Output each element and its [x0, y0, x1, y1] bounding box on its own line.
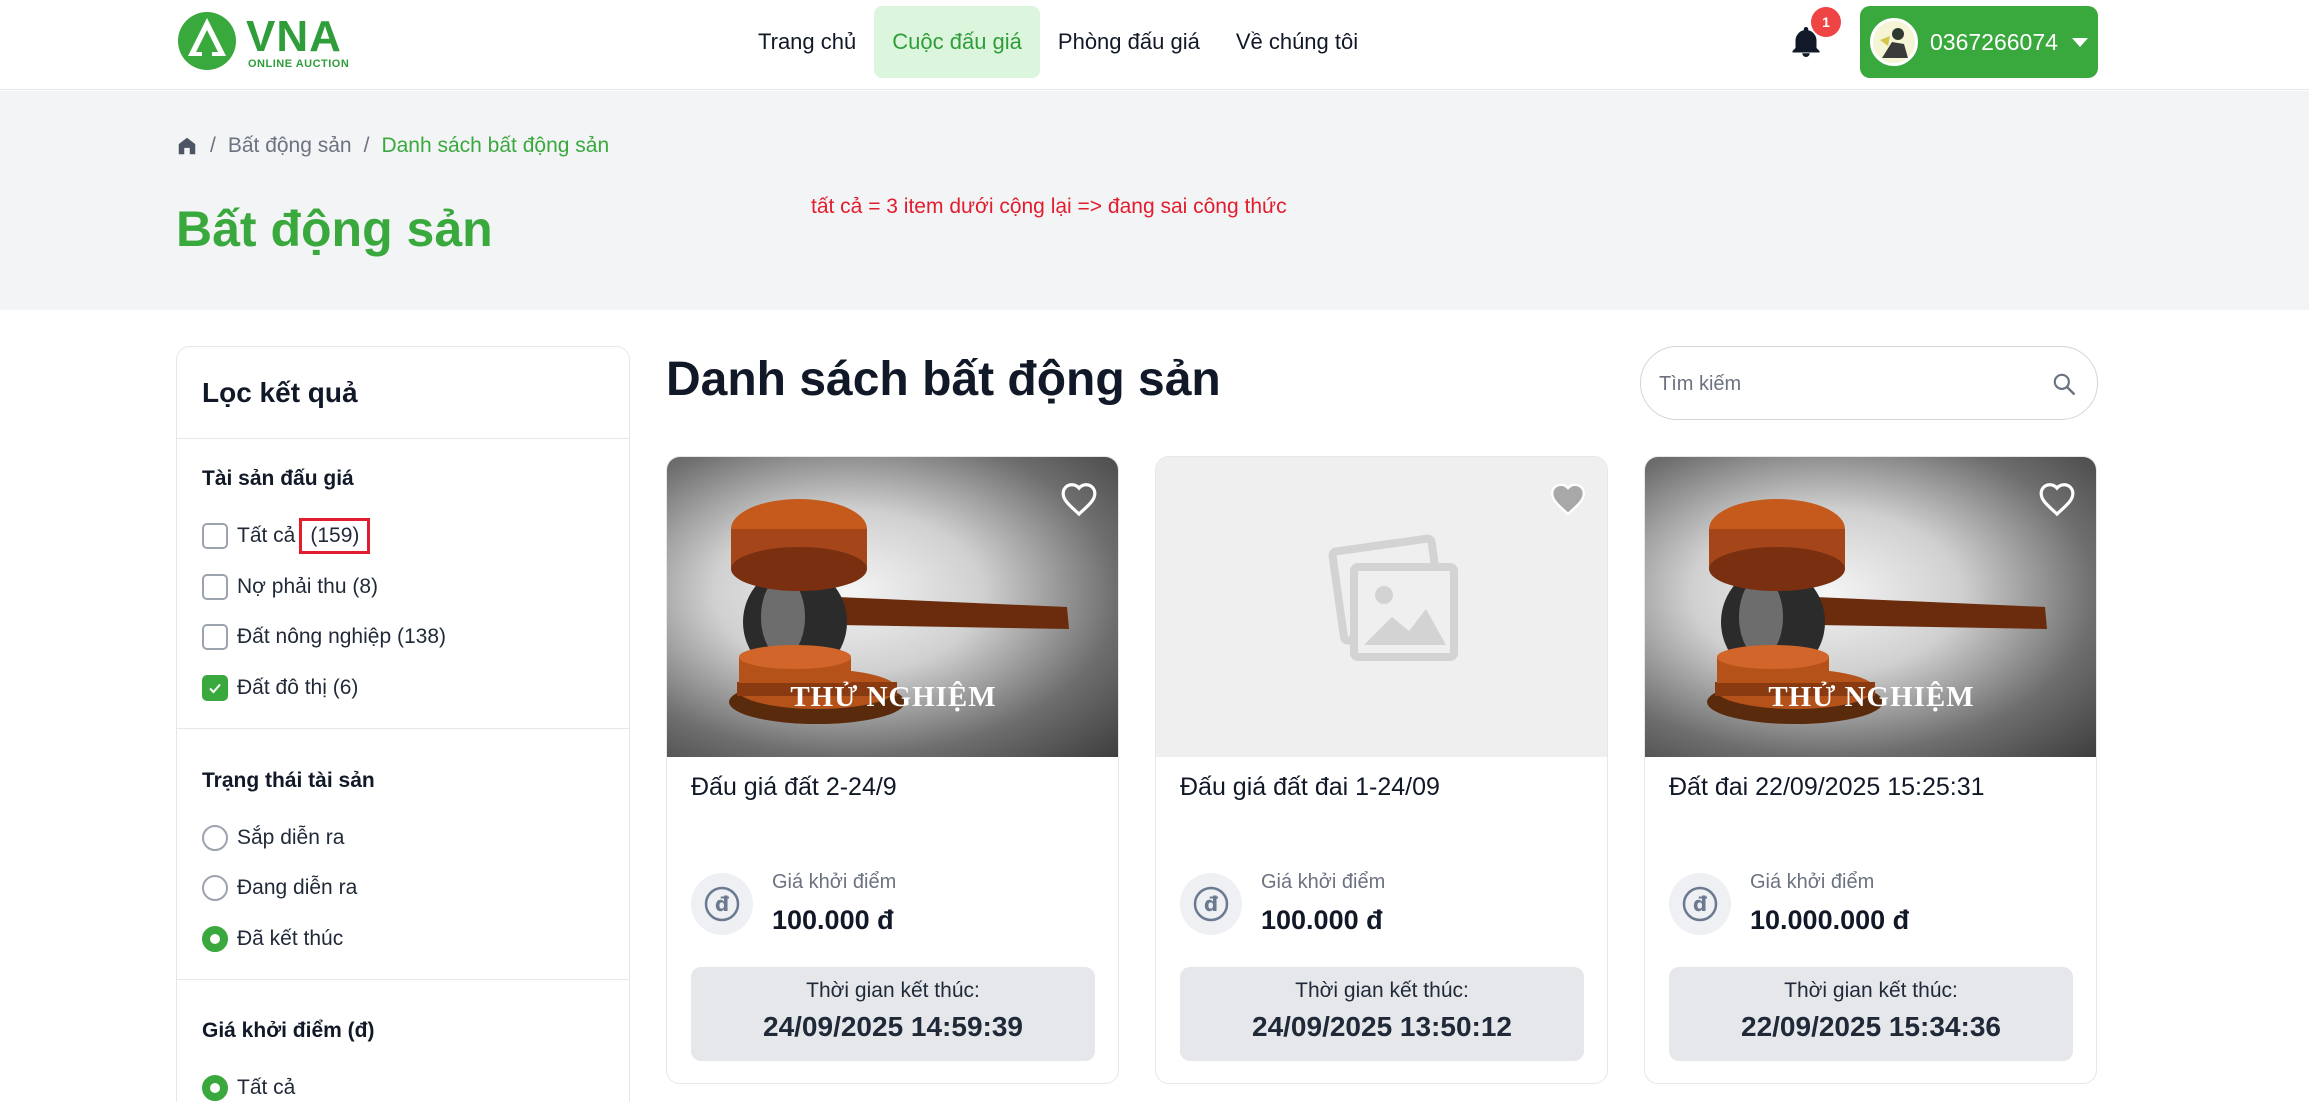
divider [177, 979, 629, 980]
nav-item-auctions[interactable]: Cuộc đấu giá [874, 6, 1040, 78]
checkbox-checked[interactable] [202, 675, 228, 701]
logo-mark-icon [178, 12, 236, 70]
card-image-placeholder[interactable] [1156, 457, 1607, 757]
end-time-box: Thời gian kết thúc: 24/09/2025 13:50:12 [1180, 967, 1584, 1061]
card-title[interactable]: Đất đai 22/09/2025 15:25:31 [1669, 773, 1985, 802]
logo-text: VNA [246, 12, 342, 61]
currency-icon: đ [1669, 873, 1731, 935]
divider [177, 438, 629, 439]
user-phone: 0367266074 [1930, 28, 2058, 55]
nav-item-home[interactable]: Trang chủ [740, 6, 874, 78]
listing-title: Danh sách bất động sản [666, 353, 1221, 406]
search-icon[interactable] [2051, 371, 2077, 397]
price-option-label: Tất cả [237, 1076, 296, 1099]
breadcrumb-separator: / [363, 134, 370, 157]
page-title: Bất động sản [176, 201, 493, 257]
svg-text:đ: đ [715, 892, 730, 916]
image-placeholder-icon [1328, 534, 1458, 661]
status-option-label: Đang diễn ra [237, 876, 358, 899]
divider [177, 728, 629, 729]
review-annotation: tất cả = 3 item dưới cộng lại => đang sa… [811, 195, 1287, 218]
breadcrumb-item-current[interactable]: Danh sách bất động sản [381, 134, 609, 158]
filter-option-label: Tất cả [237, 524, 296, 547]
filter-option-receivables[interactable]: Nợ phải thu (8) [202, 572, 378, 602]
radio-checked[interactable] [202, 1075, 228, 1101]
chevron-down-icon [2071, 37, 2088, 47]
price-option-all[interactable]: Tất cả [202, 1073, 295, 1102]
avatar [1870, 18, 1918, 66]
user-menu-button[interactable]: 0367266074 [1860, 6, 2098, 78]
filter-option-all[interactable]: Tất cả (159) [202, 518, 371, 554]
price-label: Giá khởi điểm [1261, 871, 1386, 893]
watermark-text: THỬ NGHIỆM [790, 681, 997, 713]
filter-option-label: Đất nông nghiệp (138) [237, 625, 446, 648]
end-time-box: Thời gian kết thúc: 24/09/2025 14:59:39 [691, 967, 1095, 1061]
radio-checked[interactable] [202, 926, 228, 952]
end-time-value: 24/09/2025 13:50:12 [1252, 1011, 1512, 1042]
heart-icon[interactable] [1549, 481, 1587, 517]
checkbox[interactable] [202, 624, 228, 650]
currency-icon: đ [691, 873, 753, 935]
breadcrumb: / Bất động sản / Danh sách bất động sản [176, 134, 609, 158]
auction-card[interactable]: THỬ NGHIỆM Đấu giá đất 2-24/9 đ Giá khởi… [666, 456, 1119, 1084]
heart-icon[interactable] [2038, 481, 2076, 517]
avatar-figure-icon [1880, 28, 1908, 58]
filter-option-urban-land[interactable]: Đất đô thị (6) [202, 673, 358, 703]
price-value: 100.000 đ [772, 905, 894, 935]
search-input[interactable] [1659, 367, 2039, 401]
currency-icon: đ [1180, 873, 1242, 935]
svg-text:đ: đ [1693, 892, 1708, 916]
main-nav: Trang chủ Cuộc đấu giá Phòng đấu giá Về … [740, 6, 1376, 78]
check-icon [209, 683, 221, 694]
end-time-box: Thời gian kết thúc: 22/09/2025 15:34:36 [1669, 967, 2073, 1061]
end-time-label: Thời gian kết thúc: [806, 979, 980, 1002]
card-image[interactable]: THỬ NGHIỆM [1645, 457, 2096, 757]
price-label: Giá khởi điểm [1750, 871, 1875, 893]
end-time-value: 22/09/2025 15:34:36 [1741, 1011, 2001, 1042]
status-option-ended[interactable]: Đã kết thúc [202, 924, 343, 954]
filter-option-agricultural-land[interactable]: Đất nông nghiệp (138) [202, 622, 446, 652]
price-value: 100.000 đ [1261, 905, 1383, 935]
end-time-value: 24/09/2025 14:59:39 [763, 1011, 1023, 1042]
status-option-upcoming[interactable]: Sắp diễn ra [202, 823, 344, 853]
filter-option-label: Đất đô thị (6) [237, 676, 359, 699]
checkbox[interactable] [202, 523, 228, 549]
price-section-heading: Giá khởi điểm (đ) [202, 1019, 375, 1042]
card-image[interactable]: THỬ NGHIỆM [667, 457, 1118, 757]
status-option-label: Đã kết thúc [237, 927, 344, 950]
filter-sidebar: Lọc kết quả Tài sản đấu giá Tất cả (159)… [176, 346, 630, 1102]
svg-text:đ: đ [1204, 892, 1219, 916]
card-title[interactable]: Đấu giá đất đai 1-24/09 [1180, 773, 1440, 802]
end-time-label: Thời gian kết thúc: [1295, 979, 1469, 1002]
vna-logo[interactable]: VNA ONLINE AUCTION [176, 10, 356, 72]
status-option-ongoing[interactable]: Đang diễn ra [202, 873, 357, 903]
nav-item-about-us[interactable]: Về chúng tôi [1218, 6, 1376, 78]
end-time-label: Thời gian kết thúc: [1784, 979, 1958, 1002]
watermark-text: THỬ NGHIỆM [1768, 681, 1975, 713]
heart-icon[interactable] [1060, 481, 1098, 517]
radio[interactable] [202, 825, 228, 851]
filter-count-highlight: (159) [299, 518, 371, 554]
page: VNA ONLINE AUCTION Trang chủ Cuộc đấu gi… [0, 0, 2309, 1102]
auction-card[interactable]: Đấu giá đất đai 1-24/09 đ Giá khởi điểm … [1155, 456, 1608, 1084]
checkbox[interactable] [202, 574, 228, 600]
price-value: 10.000.000 đ [1750, 905, 1910, 935]
asset-section-heading: Tài sản đấu giá [202, 467, 354, 490]
status-option-label: Sắp diễn ra [237, 826, 345, 849]
logo-subtitle: ONLINE AUCTION [248, 58, 350, 70]
filter-title: Lọc kết quả [202, 377, 358, 408]
price-label: Giá khởi điểm [772, 871, 897, 893]
home-icon[interactable] [176, 135, 198, 157]
search-box [1640, 346, 2098, 420]
notification-badge: 1 [1811, 7, 1841, 37]
radio[interactable] [202, 875, 228, 901]
breadcrumb-item-real-estate[interactable]: Bất động sản [228, 134, 352, 158]
breadcrumb-separator: / [210, 134, 216, 157]
auction-card[interactable]: THỬ NGHIỆM Đất đai 22/09/2025 15:25:31 đ… [1644, 456, 2097, 1084]
top-header: VNA ONLINE AUCTION Trang chủ Cuộc đấu gi… [0, 0, 2309, 90]
card-title[interactable]: Đấu giá đất 2-24/9 [691, 773, 897, 802]
filter-option-label: Nợ phải thu (8) [237, 575, 379, 598]
nav-item-auction-rooms[interactable]: Phòng đấu giá [1040, 6, 1218, 78]
status-section-heading: Trạng thái tài sản [202, 769, 375, 792]
